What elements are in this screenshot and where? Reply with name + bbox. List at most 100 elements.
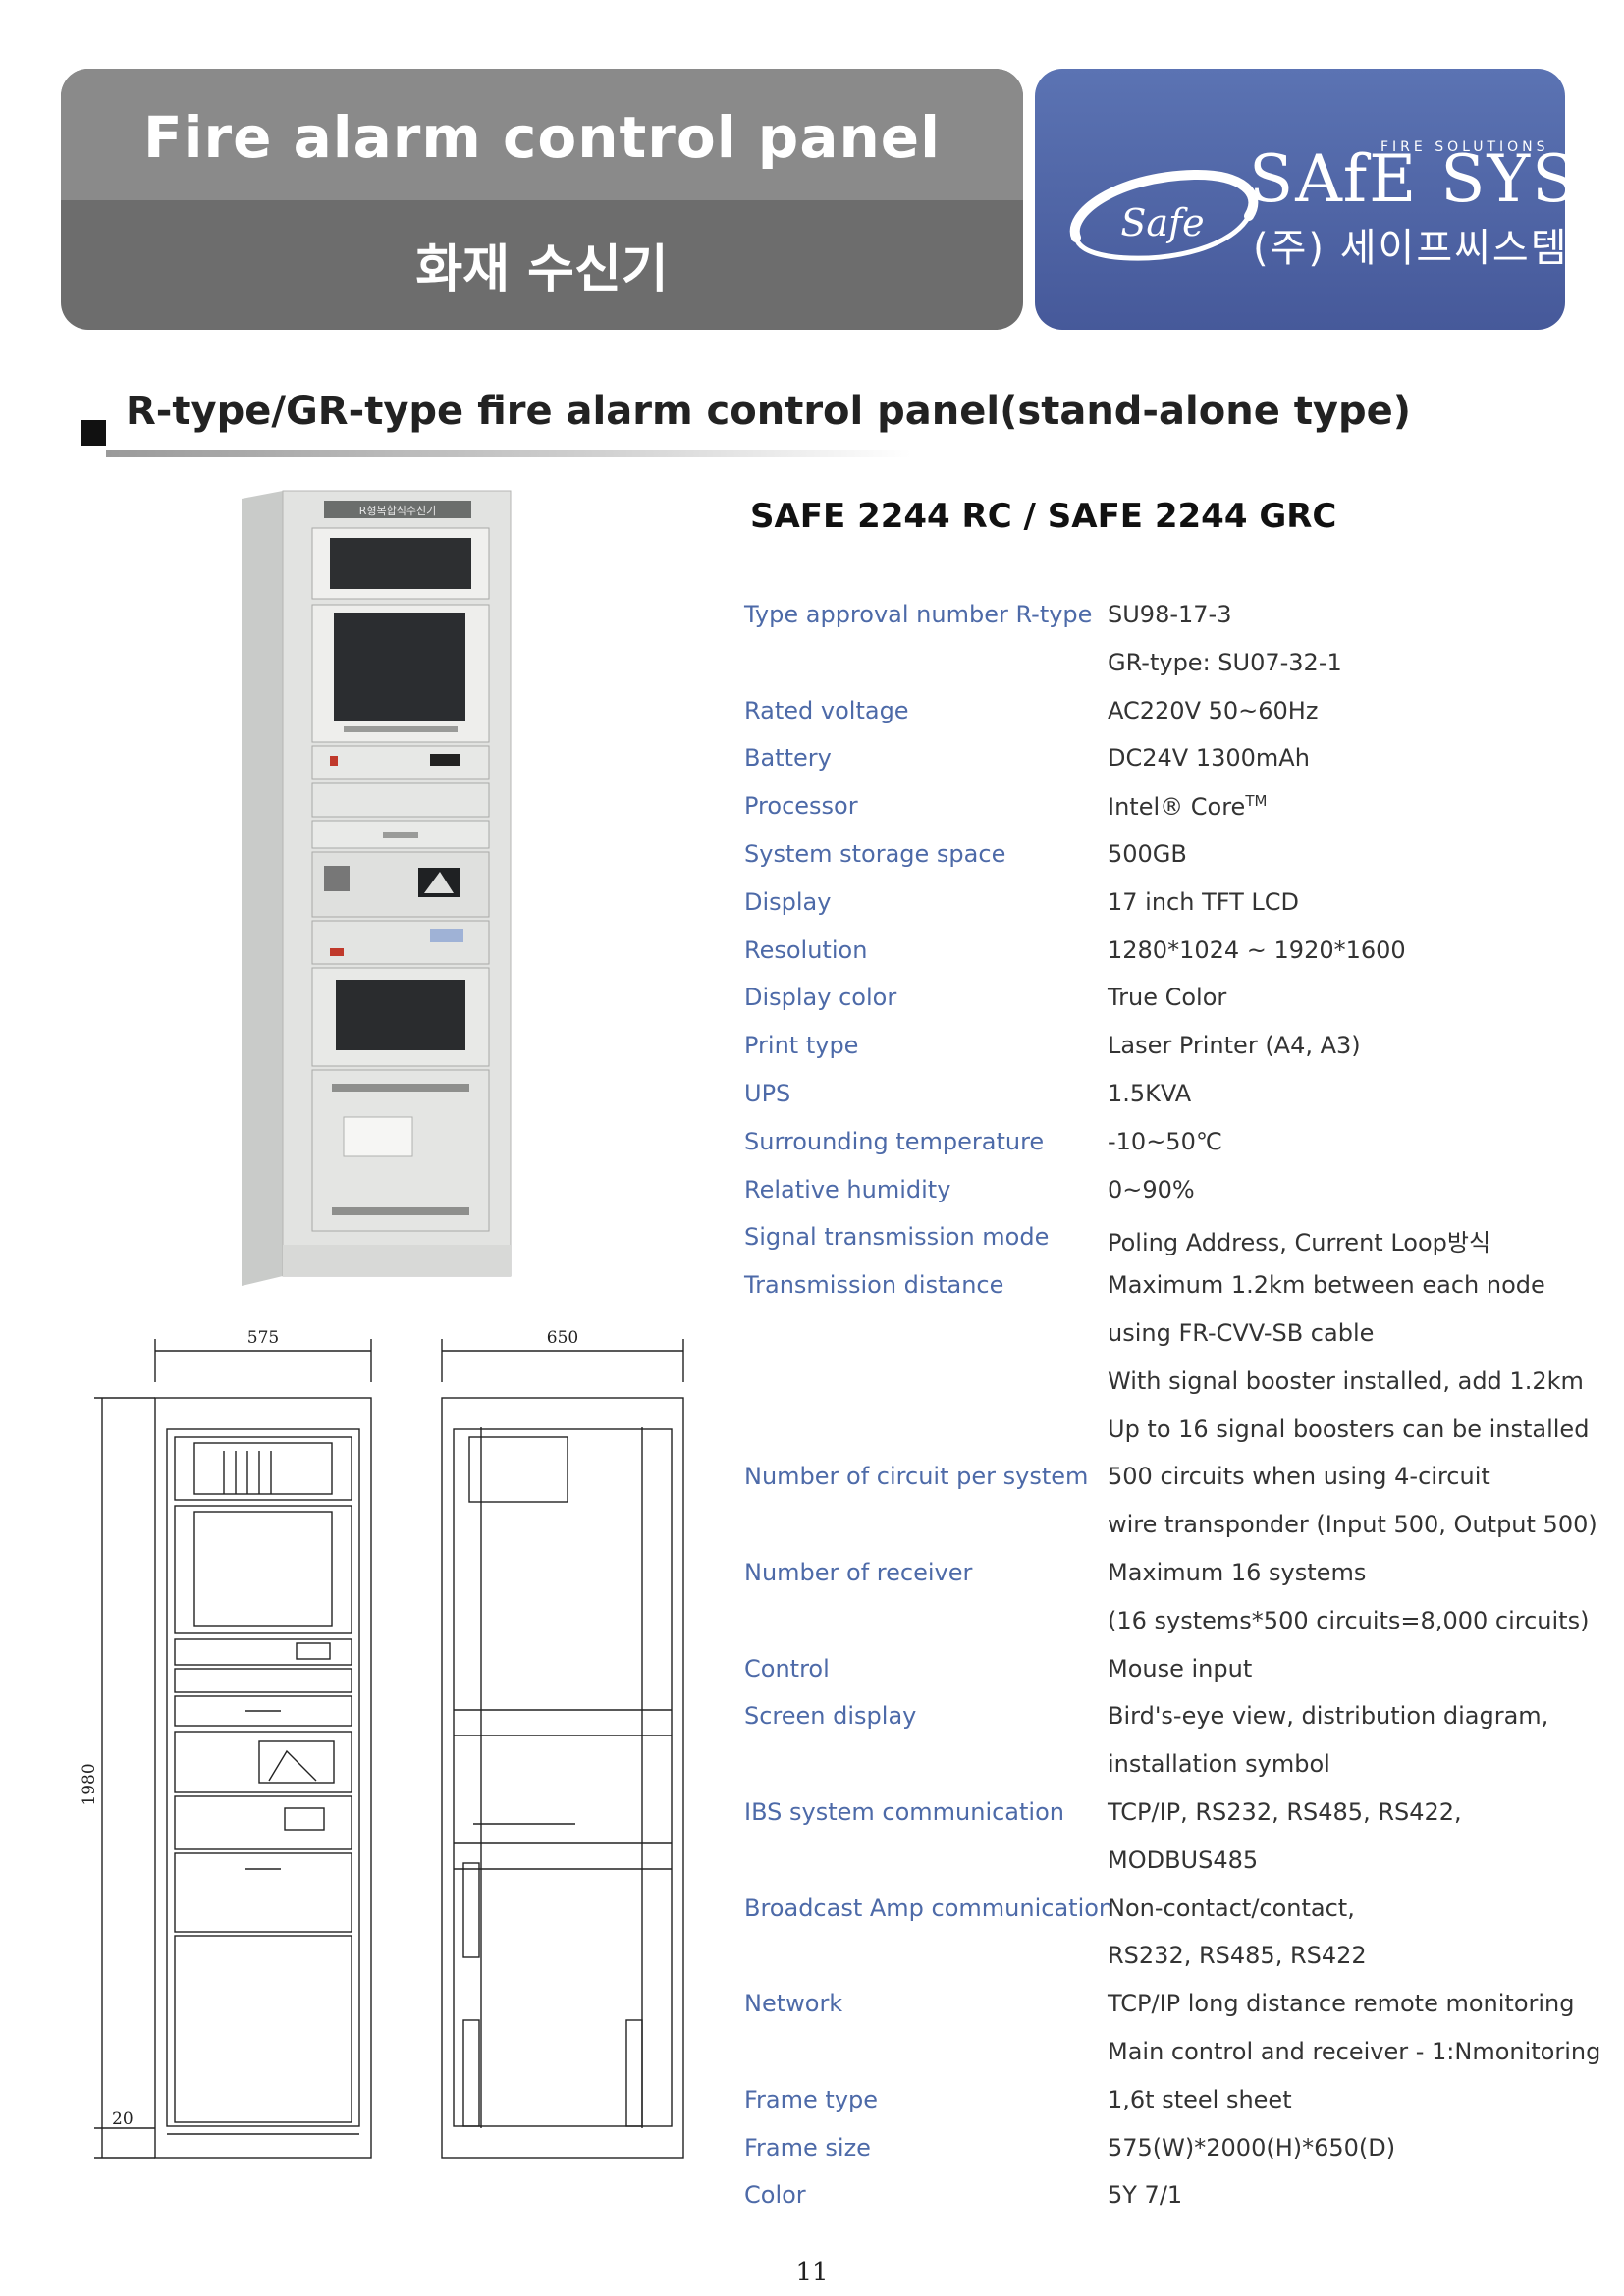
spec-label: Frame size	[744, 2133, 871, 2162]
spec-value: Mouse input	[1108, 1654, 1253, 1682]
spec-row: With signal booster installed, add 1.2km	[0, 1367, 1624, 1415]
spec-value: Bird's-eye view, distribution diagram,	[1108, 1702, 1549, 1731]
spec-value: wire transponder (Input 500, Output 500)	[1108, 1511, 1597, 1539]
spec-value: SU98-17-3	[1108, 601, 1232, 628]
spec-label: Print type	[744, 1032, 859, 1060]
spec-label: UPS	[744, 1080, 791, 1107]
spec-label: Screen display	[744, 1702, 917, 1731]
spec-label: Transmission distance	[744, 1271, 1004, 1300]
spec-label: Number of circuit per system	[744, 1463, 1089, 1491]
spec-row: using FR-CVV-SB cable	[0, 1319, 1624, 1366]
spec-row: wire transponder (Input 500, Output 500)	[0, 1511, 1624, 1558]
spec-row: UPS 1.5KVA	[0, 1080, 1624, 1127]
spec-row: (16 systems*500 circuits=8,000 circuits)	[0, 1607, 1624, 1654]
spec-value: MODBUS485	[1108, 1845, 1259, 1874]
spec-row: installation symbol	[0, 1750, 1624, 1797]
spec-label: Control	[744, 1654, 830, 1682]
spec-value: TCP/IP, RS232, RS485, RS422,	[1108, 1798, 1462, 1826]
spec-value: 500 circuits when using 4-circuit	[1108, 1463, 1490, 1491]
spec-value: Main control and receiver - 1:Nmonitorin…	[1108, 2038, 1601, 2065]
spec-label: System storage space	[744, 840, 1006, 868]
spec-row: Number of circuit per system 500 circuits…	[0, 1463, 1624, 1510]
spec-row: Frame size 575(W)*2000(H)*650(D)	[0, 2134, 1624, 2181]
spec-row: MODBUS485	[0, 1846, 1624, 1894]
spec-label: Signal transmission mode	[744, 1223, 1050, 1252]
spec-row: Processor Intel® CoreTM	[0, 792, 1624, 839]
spec-row: Surrounding temperature -10~50℃	[0, 1128, 1624, 1175]
spec-row: Screen display Bird's-eye view, distribut…	[0, 1702, 1624, 1749]
spec-row: Relative humidity 0~90%	[0, 1176, 1624, 1223]
spec-label: Color	[744, 2181, 806, 2210]
emblem-text: Safe	[1120, 201, 1204, 244]
spec-row: Transmission distance Maximum 1.2km betwe…	[0, 1271, 1624, 1318]
spec-label: IBS system communication	[744, 1798, 1064, 1826]
spec-row: Main control and receiver - 1:Nmonitorin…	[0, 2038, 1624, 2085]
spec-row: Number of receiver Maximum 16 systems	[0, 1559, 1624, 1606]
spec-value: 5Y 7/1	[1108, 2181, 1183, 2210]
spec-label: Display	[744, 887, 832, 916]
spec-row: Resolution 1280*1024 ~ 1920*1600	[0, 936, 1624, 984]
spec-value-superscript: TM	[1245, 792, 1268, 811]
spec-value: AC220V 50~60Hz	[1108, 696, 1319, 724]
spec-label: Network	[744, 1990, 843, 2018]
spec-label: Resolution	[744, 935, 868, 964]
spec-value: 17 inch TFT LCD	[1108, 887, 1300, 916]
spec-value: DC24V 1300mAh	[1108, 744, 1310, 773]
spec-row: Display color True Color	[0, 984, 1624, 1031]
cabinet-label-plate: R형복합식수신기	[359, 505, 436, 517]
spec-row: Control Mouse input	[0, 1655, 1624, 1702]
spec-value: TCP/IP long distance remote monitoring	[1108, 1990, 1575, 2018]
spec-value: installation symbol	[1108, 1750, 1330, 1779]
spec-label: Rated voltage	[744, 696, 909, 724]
spec-label: Display color	[744, 984, 897, 1012]
spec-row: Type approval number R-type SU98-17-3	[0, 601, 1624, 648]
spec-value: RS232, RS485, RS422	[1108, 1942, 1367, 1970]
spec-value: Poling Address, Current Loop방식	[1108, 1229, 1491, 1257]
spec-row: Up to 16 signal boosters can be installe…	[0, 1415, 1624, 1463]
title-banner: Fire alarm control panel 화재 수신기	[61, 69, 1023, 330]
spec-value: Maximum 1.2km between each node	[1108, 1271, 1545, 1300]
spec-value: Maximum 16 systems	[1108, 1559, 1367, 1586]
spec-value: With signal booster installed, add 1.2km	[1108, 1366, 1584, 1395]
spec-label: Broadcast Amp communication	[744, 1894, 1114, 1922]
spec-row: IBS system communication TCP/IP, RS232, R…	[0, 1798, 1624, 1845]
spec-label: Number of receiver	[744, 1559, 973, 1586]
spec-value: 1.5KVA	[1108, 1080, 1192, 1107]
section-bullet-icon	[81, 420, 106, 446]
spec-value: 0~90%	[1108, 1175, 1195, 1203]
spec-value: Laser Printer (A4, A3)	[1108, 1032, 1361, 1060]
spec-row: Color 5Y 7/1	[0, 2181, 1624, 2228]
page-number: 11	[795, 2258, 829, 2287]
safe-emblem-icon: Safe	[1069, 169, 1259, 261]
spec-label: Surrounding temperature	[744, 1127, 1045, 1155]
spec-label: Relative humidity	[744, 1175, 951, 1203]
spec-value: GR-type: SU07-32-1	[1108, 648, 1342, 676]
spec-row: Display 17 inch TFT LCD	[0, 888, 1624, 935]
spec-label: Processor	[744, 792, 858, 821]
spec-row: RS232, RS485, RS422	[0, 1942, 1624, 1989]
spec-label: Battery	[744, 744, 832, 773]
spec-value: True Color	[1108, 984, 1227, 1012]
page-title: Fire alarm control panel	[143, 104, 941, 171]
spec-row: Signal transmission mode Poling Address, …	[0, 1223, 1624, 1270]
spec-row: Network TCP/IP long distance remote monit…	[0, 1990, 1624, 2037]
company-logo: Safe FIRE SOLUTIONS SAfE SYSTEM (주) 세이프씨…	[1035, 69, 1565, 330]
section-title: R-type/GR-type fire alarm control panel(…	[126, 389, 1411, 434]
spec-row: Print type Laser Printer (A4, A3)	[0, 1032, 1624, 1079]
section-underline	[106, 450, 911, 457]
spec-row: Rated voltage AC220V 50~60Hz	[0, 697, 1624, 744]
spec-value: (16 systems*500 circuits=8,000 circuits)	[1108, 1606, 1590, 1634]
spec-value: 575(W)*2000(H)*650(D)	[1108, 2133, 1396, 2162]
spec-value: 500GB	[1108, 840, 1187, 868]
spec-value: 1280*1024 ~ 1920*1600	[1108, 935, 1406, 964]
spec-row: System storage space 500GB	[0, 840, 1624, 887]
page-title-korean: 화재 수신기	[415, 240, 669, 299]
spec-value: 1,6t steel sheet	[1108, 2085, 1292, 2113]
spec-row: GR-type: SU07-32-1	[0, 649, 1624, 696]
model-name: SAFE 2244 RC / SAFE 2244 GRC	[750, 497, 1337, 536]
spec-label: Frame type	[744, 2085, 879, 2113]
spec-label: Type approval number R-type	[744, 601, 1093, 628]
spec-value: Up to 16 signal boosters can be installe…	[1108, 1415, 1590, 1443]
spec-row: Frame type 1,6t steel sheet	[0, 2086, 1624, 2133]
spec-value: Non-contact/contact,	[1108, 1894, 1355, 1922]
